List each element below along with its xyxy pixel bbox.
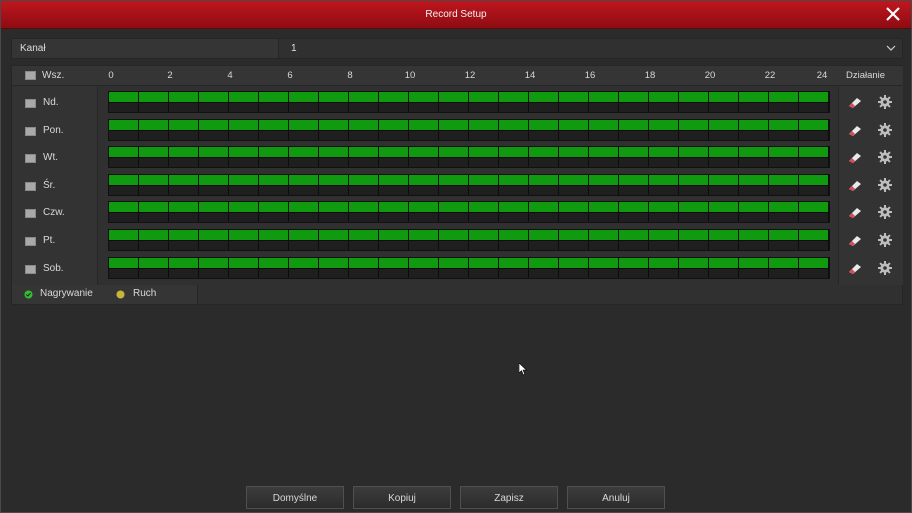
hour-label: 0 bbox=[108, 70, 114, 81]
title-bar: Record Setup bbox=[1, 1, 911, 29]
select-all-checkbox[interactable] bbox=[25, 71, 36, 80]
eraser-icon[interactable] bbox=[847, 261, 863, 275]
gear-icon[interactable] bbox=[877, 94, 893, 110]
day-checkbox[interactable] bbox=[25, 154, 36, 164]
hour-label: 2 bbox=[167, 70, 173, 81]
day-checkbox[interactable] bbox=[25, 181, 36, 191]
hour-label: 6 bbox=[287, 70, 293, 81]
hour-label: 16 bbox=[584, 70, 596, 81]
day-checkbox[interactable] bbox=[25, 99, 36, 108]
day-schedule-bar[interactable] bbox=[108, 256, 830, 279]
eraser-icon[interactable] bbox=[847, 123, 863, 137]
day-checkbox[interactable] bbox=[25, 237, 36, 246]
hour-gridlines bbox=[109, 202, 829, 223]
hour-label: 4 bbox=[227, 70, 233, 81]
recording-legend-label: Nagrywanie bbox=[40, 288, 93, 299]
mouse-cursor-icon bbox=[519, 363, 528, 376]
day-schedule-bar[interactable] bbox=[108, 229, 830, 251]
hour-label: 20 bbox=[704, 70, 716, 81]
recording-legend-icon bbox=[24, 290, 33, 299]
gear-icon[interactable] bbox=[877, 149, 893, 165]
hour-label: 22 bbox=[764, 70, 776, 81]
day-schedule-bar[interactable] bbox=[108, 118, 830, 141]
day-checkbox[interactable] bbox=[25, 126, 36, 136]
eraser-icon[interactable] bbox=[847, 205, 863, 219]
cancel-button[interactable]: Anuluj bbox=[567, 486, 665, 509]
gear-icon[interactable] bbox=[877, 260, 893, 276]
day-checkbox[interactable] bbox=[25, 209, 36, 219]
close-icon[interactable] bbox=[883, 4, 903, 24]
day-label: Nd. bbox=[43, 97, 59, 108]
gear-icon[interactable] bbox=[877, 177, 893, 193]
day-schedule-bar[interactable] bbox=[108, 91, 830, 113]
hour-label: 8 bbox=[347, 70, 353, 81]
hour-gridlines bbox=[109, 257, 829, 278]
window-title: Record Setup bbox=[425, 9, 487, 20]
day-label: Pon. bbox=[43, 124, 64, 136]
eraser-icon[interactable] bbox=[847, 233, 863, 247]
day-label: Śr. bbox=[43, 179, 56, 191]
gear-icon[interactable] bbox=[877, 204, 893, 220]
day-label: Czw. bbox=[43, 207, 65, 219]
day-label: Wt. bbox=[43, 152, 58, 164]
gear-icon[interactable] bbox=[877, 122, 893, 138]
channel-label: Kanał bbox=[20, 43, 46, 54]
action-header: Działanie bbox=[846, 70, 886, 81]
eraser-icon[interactable] bbox=[847, 150, 863, 164]
hour-label: 10 bbox=[404, 70, 416, 81]
hour-label: 18 bbox=[644, 70, 656, 81]
day-label: Pt. bbox=[43, 235, 56, 246]
gear-icon[interactable] bbox=[877, 232, 893, 248]
hour-label: 14 bbox=[524, 70, 536, 81]
day-checkbox[interactable] bbox=[25, 264, 36, 274]
day-schedule-bar[interactable] bbox=[108, 201, 830, 224]
eraser-icon[interactable] bbox=[847, 95, 863, 109]
day-schedule-bar[interactable] bbox=[108, 173, 830, 196]
motion-legend-icon bbox=[116, 290, 125, 299]
hour-gridlines bbox=[109, 92, 829, 112]
channel-value: 1 bbox=[291, 43, 297, 54]
day-label: Sob. bbox=[43, 262, 64, 274]
motion-legend-label: Ruch bbox=[133, 288, 157, 299]
default-button[interactable]: Domyślne bbox=[246, 486, 344, 509]
hour-gridlines bbox=[109, 119, 829, 140]
channel-select[interactable]: 1 bbox=[278, 39, 902, 58]
channel-row: Kanał 1 bbox=[11, 38, 903, 59]
hour-gridlines bbox=[109, 230, 829, 250]
hour-gridlines bbox=[109, 147, 829, 168]
day-schedule-bar[interactable] bbox=[108, 146, 830, 169]
legend: Nagrywanie Ruch bbox=[11, 285, 198, 305]
hour-label: 12 bbox=[464, 70, 476, 81]
chevron-down-icon bbox=[886, 45, 896, 51]
copy-button[interactable]: Kopiuj bbox=[353, 486, 451, 509]
save-button[interactable]: Zapisz bbox=[460, 486, 558, 509]
hour-label: 24 bbox=[816, 70, 828, 81]
eraser-icon[interactable] bbox=[847, 178, 863, 192]
record-setup-window: Record Setup Kanał 1 Wsz. 0 2 4 6 8 10 12 14 16 1… bbox=[0, 0, 912, 513]
select-all-label: Wsz. bbox=[42, 70, 65, 81]
hour-gridlines bbox=[109, 174, 829, 195]
schedule-grid: Wsz. 0 2 4 6 8 10 12 14 16 18 20 22 24 Działanie Nd.… bbox=[11, 65, 903, 287]
